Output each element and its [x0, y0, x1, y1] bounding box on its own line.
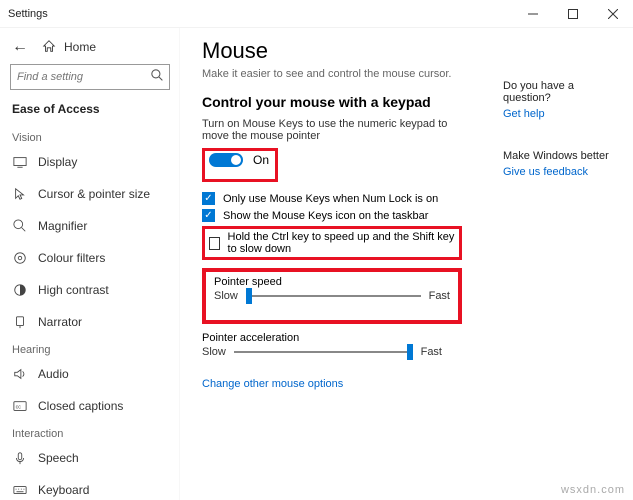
make-better-heading: Make Windows better: [503, 150, 621, 162]
pointer-speed-slider[interactable]: [246, 295, 421, 297]
home-icon: [42, 39, 56, 56]
slider-slow-label: Slow: [214, 290, 238, 302]
magnifier-icon: [12, 219, 28, 233]
highlight-ctrl-shift: Hold the Ctrl key to speed up and the Sh…: [202, 226, 462, 260]
close-button[interactable]: [593, 0, 633, 28]
nav-label: Magnifier: [38, 219, 87, 233]
group-hearing: Hearing: [0, 338, 180, 358]
sidebar: ← Home Ease of Access Vision Display Cur…: [0, 28, 180, 500]
page-subtitle: Make it easier to see and control the mo…: [202, 68, 481, 80]
pointer-accel-label: Pointer acceleration: [202, 332, 481, 344]
nav-closed-captions[interactable]: cc Closed captions: [0, 390, 180, 422]
nav-magnifier[interactable]: Magnifier: [0, 210, 180, 242]
captions-icon: cc: [12, 399, 28, 413]
highlight-pointer-speed: Pointer speed Slow Fast: [202, 268, 462, 324]
nav-high-contrast[interactable]: High contrast: [0, 274, 180, 306]
nav-label: Keyboard: [38, 483, 89, 497]
narrator-icon: [12, 315, 28, 329]
mousekeys-description: Turn on Mouse Keys to use the numeric ke…: [202, 118, 462, 142]
search-input[interactable]: [10, 64, 170, 90]
nav-label: Audio: [38, 367, 69, 381]
slider-fast-label: Fast: [429, 290, 450, 302]
feedback-link[interactable]: Give us feedback: [503, 166, 621, 178]
checkbox-numlock[interactable]: ✓: [202, 192, 215, 205]
back-button[interactable]: ←: [12, 38, 28, 56]
question-heading: Do you have a question?: [503, 80, 621, 104]
colour-filters-icon: [12, 251, 28, 265]
mic-icon: [12, 451, 28, 465]
nav-audio[interactable]: Audio: [0, 358, 180, 390]
page-title: Mouse: [202, 38, 481, 64]
pointer-speed-label: Pointer speed: [214, 276, 450, 288]
slider-fast-label-2: Fast: [421, 346, 442, 358]
checkbox-ctrl-shift[interactable]: [209, 237, 220, 250]
pointer-accel-slider[interactable]: [234, 351, 413, 353]
other-mouse-options-link[interactable]: Change other mouse options: [202, 378, 343, 390]
right-panel: Do you have a question? Get help Make Wi…: [503, 28, 633, 500]
nav-label: High contrast: [38, 283, 109, 297]
main-content: Mouse Make it easier to see and control …: [180, 28, 503, 500]
checkbox-taskbar-icon[interactable]: ✓: [202, 209, 215, 222]
slider-slow-label-2: Slow: [202, 346, 226, 358]
minimize-button[interactable]: [513, 0, 553, 28]
nav-label: Colour filters: [38, 251, 105, 265]
checkbox-taskbar-icon-label: Show the Mouse Keys icon on the taskbar: [223, 210, 428, 222]
mousekeys-toggle[interactable]: [209, 153, 243, 167]
get-help-link[interactable]: Get help: [503, 108, 621, 120]
nav-label: Closed captions: [38, 399, 123, 413]
nav-speech[interactable]: Speech: [0, 442, 180, 474]
maximize-button[interactable]: [553, 0, 593, 28]
nav-label: Cursor & pointer size: [38, 187, 150, 201]
contrast-icon: [12, 283, 28, 297]
toggle-state-label: On: [253, 153, 269, 167]
nav-cursor[interactable]: Cursor & pointer size: [0, 178, 180, 210]
section-heading: Control your mouse with a keypad: [202, 94, 481, 110]
nav-narrator[interactable]: Narrator: [0, 306, 180, 338]
nav-display[interactable]: Display: [0, 146, 180, 178]
svg-text:cc: cc: [16, 405, 22, 411]
display-icon: [12, 155, 28, 169]
watermark: wsxdn.com: [561, 484, 625, 496]
cursor-icon: [12, 187, 28, 201]
nav-keyboard[interactable]: Keyboard: [0, 474, 180, 500]
nav-colour-filters[interactable]: Colour filters: [0, 242, 180, 274]
window-title: Settings: [8, 8, 48, 20]
nav-label: Narrator: [38, 315, 82, 329]
nav-label: Display: [38, 155, 77, 169]
audio-icon: [12, 367, 28, 381]
nav-home[interactable]: Home: [64, 40, 96, 54]
group-interaction: Interaction: [0, 422, 180, 442]
checkbox-ctrl-shift-label: Hold the Ctrl key to speed up and the Sh…: [228, 231, 455, 255]
section-header: Ease of Access: [0, 98, 180, 126]
keyboard-icon: [12, 483, 28, 497]
search-icon: [151, 69, 164, 85]
group-vision: Vision: [0, 126, 180, 146]
checkbox-numlock-label: Only use Mouse Keys when Num Lock is on: [223, 193, 438, 205]
highlight-toggle: On: [202, 148, 278, 182]
nav-label: Speech: [38, 451, 79, 465]
